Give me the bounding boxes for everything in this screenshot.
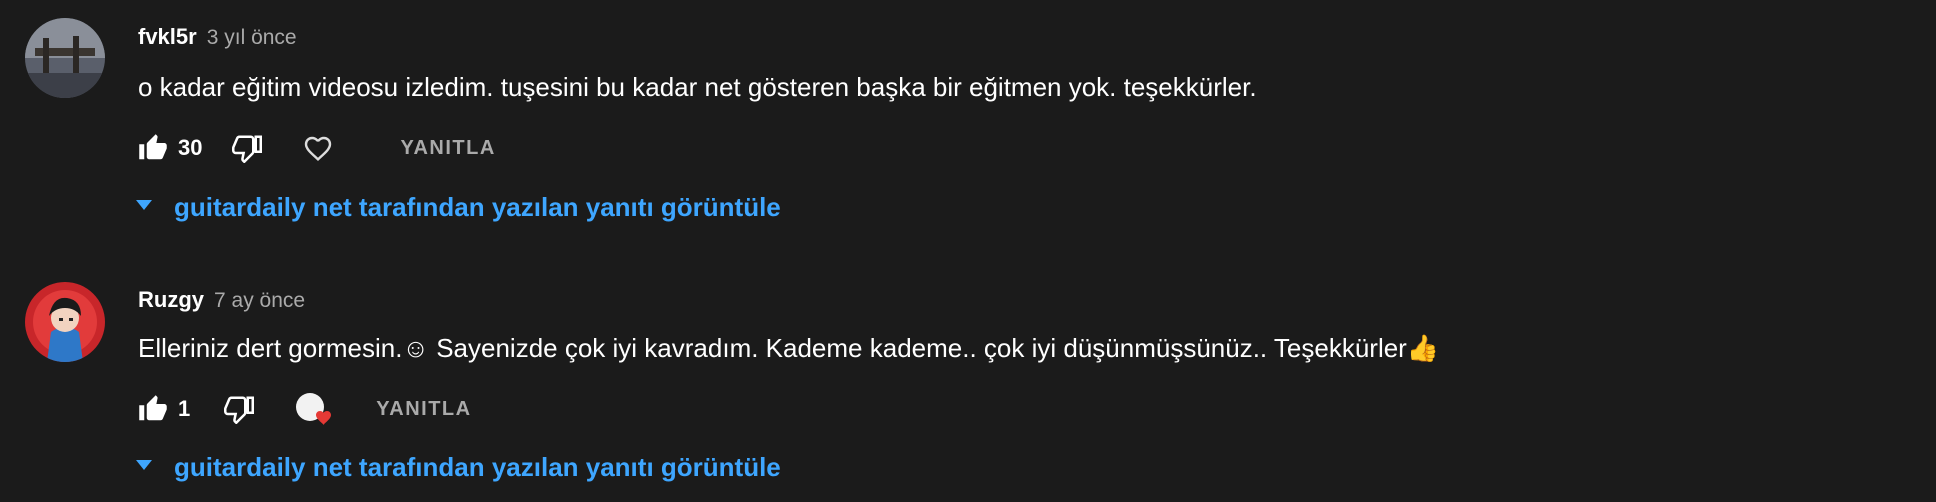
comment-time[interactable]: 7 ay önce <box>214 289 305 313</box>
reply-button[interactable]: YANITLA <box>376 398 471 421</box>
like-count: 1 <box>178 396 191 421</box>
comment-author[interactable]: fvkl5r <box>138 24 197 50</box>
chevron-down-icon <box>134 458 154 477</box>
creator-heart-icon[interactable] <box>294 389 338 429</box>
view-replies-label: guitardaily net tarafından yazılan yanıt… <box>174 192 781 222</box>
like-count: 30 <box>178 135 203 160</box>
comment-author[interactable]: Ruzgy <box>138 287 204 313</box>
dislike-icon[interactable] <box>232 133 263 163</box>
heart-outline-icon[interactable] <box>302 132 334 164</box>
reply-button[interactable]: YANITLA <box>400 137 495 160</box>
view-replies-button[interactable]: guitardaily net tarafından yazılan yanıt… <box>134 192 781 223</box>
chevron-down-icon <box>134 198 154 217</box>
view-replies-button[interactable]: guitardaily net tarafından yazılan yanıt… <box>134 452 781 483</box>
comment-time[interactable]: 3 yıl önce <box>207 26 297 50</box>
like-icon[interactable] <box>138 133 168 163</box>
like-icon[interactable] <box>138 394 168 424</box>
comment-text: o kadar eğitim videosu izledim. tuşesini… <box>138 72 1257 102</box>
comment-text: Elleriniz dert gormesin.☺ Sayenizde çok … <box>138 333 1440 363</box>
avatar[interactable] <box>25 18 105 98</box>
avatar[interactable] <box>25 282 105 362</box>
dislike-icon[interactable] <box>224 394 255 424</box>
view-replies-label: guitardaily net tarafından yazılan yanıt… <box>174 452 781 482</box>
